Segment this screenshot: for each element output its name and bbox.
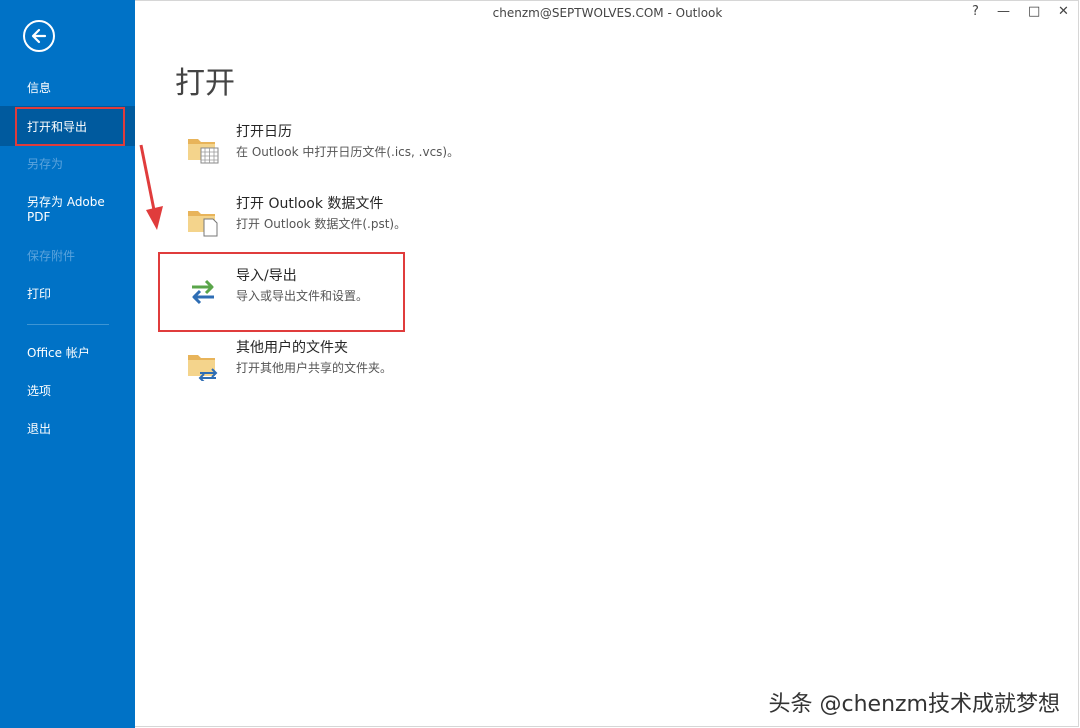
annotation-arrow (139, 144, 163, 230)
sidebar-item-save-as-pdf[interactable]: 另存为 Adobe PDF (27, 195, 122, 225)
option-title: 其他用户的文件夹 (236, 340, 348, 356)
folder-calendar-icon (188, 139, 219, 164)
sidebar-divider (27, 324, 109, 325)
page-title: 打开 (175, 66, 235, 101)
window-title: chenzm@SEPTWOLVES.COM - Outlook (492, 6, 723, 20)
sidebar-item-info[interactable]: 信息 (27, 81, 127, 96)
sidebar-item-options[interactable]: 选项 (27, 384, 127, 399)
maximize-button[interactable]: □ (1028, 4, 1040, 19)
option-title: 打开日历 (236, 124, 292, 140)
minimize-button[interactable]: — (997, 4, 1010, 19)
folder-file-icon (188, 211, 218, 237)
option-description: 在 Outlook 中打开日历文件(.ics, .vcs)。 (236, 145, 460, 159)
sidebar-item-save-attachments[interactable]: 保存附件 (27, 249, 127, 264)
help-button[interactable]: ? (972, 4, 979, 19)
option-title: 打开 Outlook 数据文件 (236, 196, 384, 212)
sidebar-item-print[interactable]: 打印 (27, 287, 127, 302)
option-other-users-folder[interactable]: 其他用户的文件夹 打开其他用户共享的文件夹。 (180, 337, 480, 397)
sidebar-item-exit[interactable]: 退出 (27, 422, 127, 437)
annotation-highlight-box (158, 252, 405, 332)
watermark-text: 头条 @chenzm技术成就梦想 (768, 692, 1061, 717)
annotation-highlight-box (15, 107, 125, 146)
option-description: 打开 Outlook 数据文件(.pst)。 (236, 217, 407, 231)
option-description: 打开其他用户共享的文件夹。 (236, 361, 393, 375)
option-open-data-file[interactable]: 打开 Outlook 数据文件 打开 Outlook 数据文件(.pst)。 (180, 193, 480, 253)
option-open-calendar[interactable]: 打开日历 在 Outlook 中打开日历文件(.ics, .vcs)。 (180, 121, 480, 181)
sidebar-item-office-account[interactable]: Office 帐户 (27, 346, 127, 361)
arrow-left-icon (31, 28, 47, 44)
back-button[interactable] (23, 20, 55, 52)
sidebar-item-save-as[interactable]: 另存为 (27, 157, 127, 172)
close-button[interactable]: ✕ (1058, 4, 1069, 19)
folder-share-icon (188, 355, 218, 381)
